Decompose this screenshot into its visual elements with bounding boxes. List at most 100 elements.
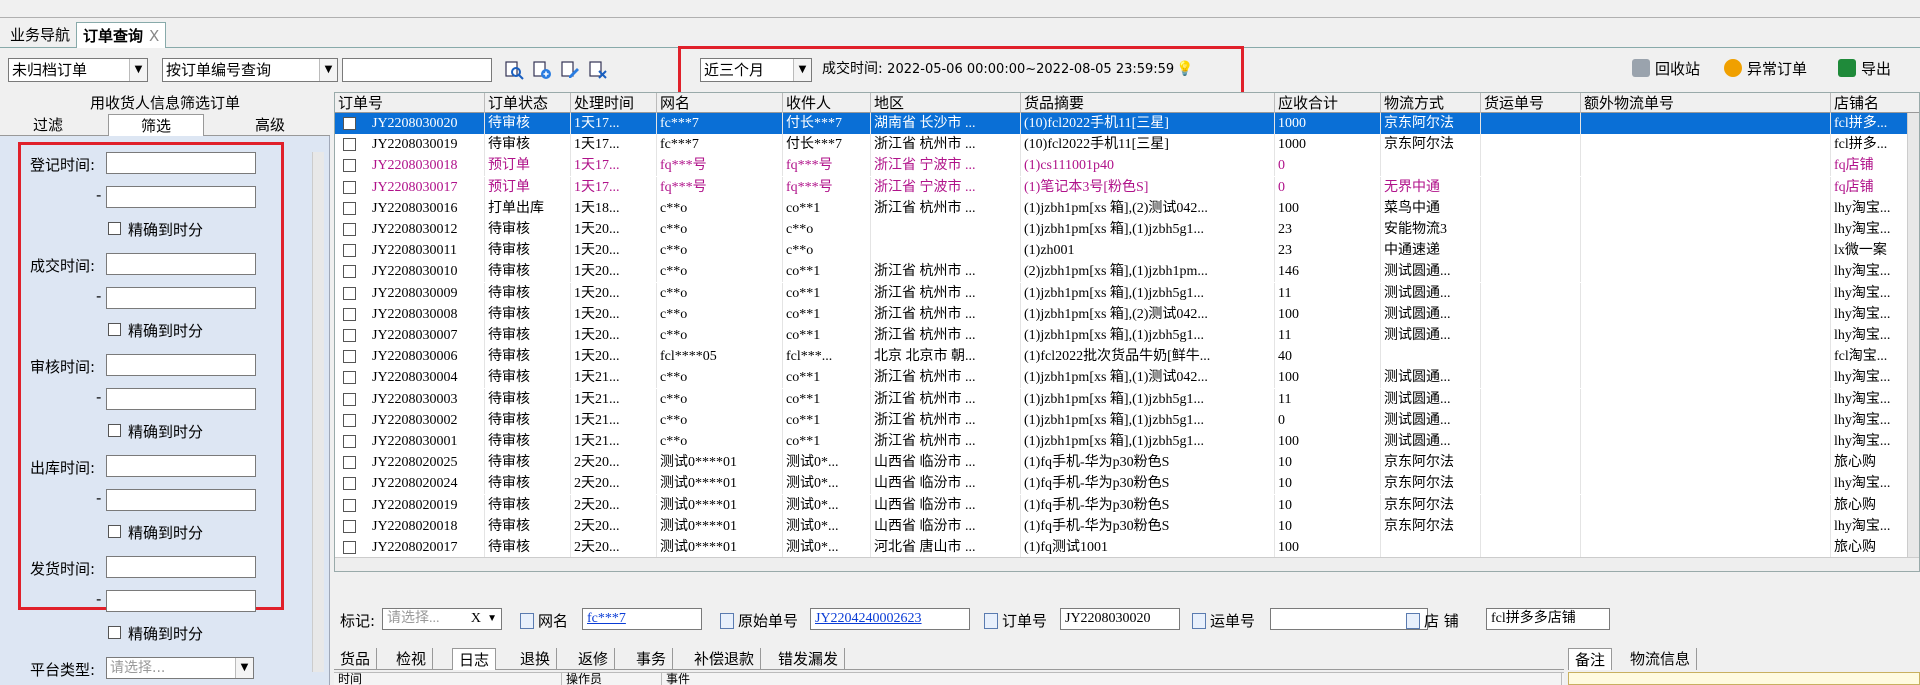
query-type-select[interactable]: 按订单编号查询 ▼ [162, 58, 338, 82]
row-checkbox[interactable] [343, 413, 356, 427]
table-row[interactable]: JY2208030003 待审核 1天21... c**o co**1 浙江省 杭州市 .… [335, 388, 1919, 410]
table-row[interactable]: JY2208030020 待审核 1天17... fc***7 付长***7 湖南省 长沙… [335, 113, 1919, 134]
outbound-time-start[interactable] [106, 455, 256, 477]
remark-area[interactable] [1568, 672, 1920, 685]
deal-time-start[interactable] [106, 253, 256, 275]
ship-time-end[interactable] [106, 590, 256, 612]
col-logistics[interactable]: 物流方式 [1381, 93, 1481, 113]
row-checkbox[interactable] [343, 456, 356, 470]
col-waybill[interactable]: 货运单号 [1481, 93, 1581, 113]
tab-affairs[interactable]: 事务 [630, 648, 674, 670]
row-checkbox[interactable] [343, 498, 356, 512]
register-time-end[interactable] [106, 186, 256, 208]
row-checkbox[interactable] [343, 159, 356, 173]
orig-no-value[interactable]: JY2204240002623 [810, 608, 970, 630]
grid-vscroll[interactable] [1907, 113, 1919, 559]
platform-type-select[interactable]: 请选择... ▼ [106, 657, 254, 679]
table-row[interactable]: JY2208030009 待审核 1天20... c**o co**1 浙江省 杭州市 .… [335, 282, 1919, 304]
table-row[interactable]: JY2208030019 待审核 1天17... fc***7 付长***7 浙江省 杭州… [335, 134, 1919, 156]
table-row[interactable]: JY2208030002 待审核 1天21... c**o co**1 浙江省 杭州市 .… [335, 409, 1919, 431]
table-row[interactable]: JY2208030004 待审核 1天21... c**o co**1 浙江省 杭州市 .… [335, 367, 1919, 389]
outbound-time-end[interactable] [106, 489, 256, 511]
tab-screen[interactable]: 筛选 [108, 114, 204, 136]
recycle-button[interactable]: 回收站 [1632, 58, 1700, 80]
col-receiver[interactable]: 收件人 [783, 93, 871, 113]
tab-remark[interactable]: 备注 [1568, 648, 1613, 670]
filter-scrollbar[interactable] [312, 152, 324, 672]
tab-business-nav[interactable]: 业务导航 [4, 22, 76, 48]
row-checkbox[interactable] [343, 350, 356, 364]
row-checkbox[interactable] [343, 244, 356, 258]
edit-order-icon[interactable] [560, 60, 580, 80]
add-order-icon[interactable] [532, 60, 552, 80]
table-row[interactable]: JY2208030008 待审核 1天20... c**o co**1 浙江省 杭州市 .… [335, 303, 1919, 325]
table-row[interactable]: JY2208030007 待审核 1天20... c**o co**1 浙江省 杭州市 .… [335, 325, 1919, 346]
query-input[interactable] [342, 58, 492, 82]
row-checkbox[interactable] [343, 138, 356, 152]
table-row[interactable]: JY2208030012 待审核 1天20... c**o c**o (1)jzbh1pm… [335, 219, 1919, 240]
search-order-icon[interactable] [504, 60, 524, 80]
tab-advanced[interactable]: 高级 [222, 114, 318, 136]
tab-inspect[interactable]: 检视 [390, 648, 434, 670]
clear-icon[interactable]: X [471, 609, 481, 629]
row-checkbox[interactable] [343, 307, 356, 321]
tab-misdelivery[interactable]: 错发漏发 [772, 648, 846, 670]
ship-precise-checkbox[interactable] [108, 626, 121, 639]
col-receivable[interactable]: 应收合计 [1275, 93, 1381, 113]
audit-time-end[interactable] [106, 388, 256, 410]
col-summary[interactable]: 货品摘要 [1021, 93, 1275, 113]
table-row[interactable]: JY2208030011 待审核 1天20... c**o c**o (1)zh001 23… [335, 240, 1919, 262]
row-checkbox[interactable] [343, 435, 356, 448]
row-checkbox[interactable] [343, 371, 356, 385]
row-checkbox[interactable] [343, 180, 356, 194]
table-row[interactable]: JY2208030017 预订单 1天17... fq***号 fq***号 浙江省 宁波… [335, 176, 1919, 198]
nick-value[interactable]: fc***7 [582, 608, 702, 630]
col-order-no[interactable]: 订单号 [335, 93, 485, 113]
tab-return[interactable]: 退换 [514, 648, 558, 670]
register-precise-checkbox[interactable] [108, 222, 121, 235]
row-checkbox[interactable] [343, 117, 356, 130]
tab-log[interactable]: 日志 [452, 648, 497, 670]
col-nickname[interactable]: 网名 [657, 93, 783, 113]
row-checkbox[interactable] [343, 201, 356, 215]
deal-precise-checkbox[interactable] [108, 323, 121, 336]
row-checkbox[interactable] [343, 392, 356, 406]
waybill-value[interactable] [1270, 608, 1428, 630]
table-row[interactable]: JY2208030010 待审核 1天20... c**o co**1 浙江省 杭州市 .… [335, 261, 1919, 283]
table-row[interactable]: JY2208030001 待审核 1天21... c**o co**1 浙江省 杭州市 .… [335, 431, 1919, 452]
table-row[interactable]: JY2208030006 待审核 1天20... fcl****05 fcl***...… [335, 346, 1919, 368]
row-checkbox[interactable] [343, 329, 356, 342]
table-row[interactable]: JY2208020025 待审核 2天20... 测试0****01 测试0*... 山西… [335, 452, 1919, 474]
tab-repair[interactable]: 返修 [572, 648, 616, 670]
period-select[interactable]: 近三个月 ▼ [700, 58, 812, 82]
tab-filter[interactable]: 过滤 [0, 114, 96, 136]
table-row[interactable]: JY2208030018 预订单 1天17... fq***号 fq***号 浙江省 宁波… [335, 155, 1919, 177]
table-row[interactable]: JY2208020019 待审核 2天20... 测试0****01 测试0*... 山西… [335, 494, 1919, 516]
row-checkbox[interactable] [343, 265, 356, 279]
col-process-time[interactable]: 处理时间 [571, 93, 657, 113]
outbound-precise-checkbox[interactable] [108, 525, 121, 538]
clear-order-icon[interactable] [588, 60, 608, 80]
table-row[interactable]: JY2208020018 待审核 2天20... 测试0****01 测试0*... 山西… [335, 515, 1919, 537]
ship-time-start[interactable] [106, 556, 256, 578]
shop-value[interactable]: fcl拼多多店铺 [1486, 608, 1610, 630]
col-status[interactable]: 订单状态 [485, 93, 571, 113]
deal-time-end[interactable] [106, 287, 256, 309]
tab-refund[interactable]: 补偿退款 [688, 648, 762, 670]
order-no-value[interactable]: JY2208030020 [1060, 608, 1180, 630]
export-button[interactable]: 导出 [1838, 58, 1891, 80]
row-checkbox[interactable] [343, 519, 356, 533]
audit-time-start[interactable] [106, 354, 256, 376]
row-checkbox[interactable] [343, 477, 356, 491]
tab-goods[interactable]: 货品 [334, 648, 378, 670]
audit-precise-checkbox[interactable] [108, 424, 121, 437]
col-region[interactable]: 地区 [871, 93, 1021, 113]
mark-select[interactable]: 请选择... X ▼ [382, 608, 502, 630]
tab-close-icon[interactable]: X [149, 27, 159, 45]
table-row[interactable]: JY2208030016 打单出库 1天18... c**o co**1 浙江省 杭州市 … [335, 197, 1919, 219]
tab-logistics-info[interactable]: 物流信息 [1624, 648, 1698, 670]
tab-order-query[interactable]: 订单查询 X [76, 22, 167, 48]
row-checkbox[interactable] [343, 223, 356, 236]
archive-select[interactable]: 未归档订单 ▼ [8, 58, 148, 82]
abnormal-order-button[interactable]: 异常订单 [1724, 58, 1807, 80]
